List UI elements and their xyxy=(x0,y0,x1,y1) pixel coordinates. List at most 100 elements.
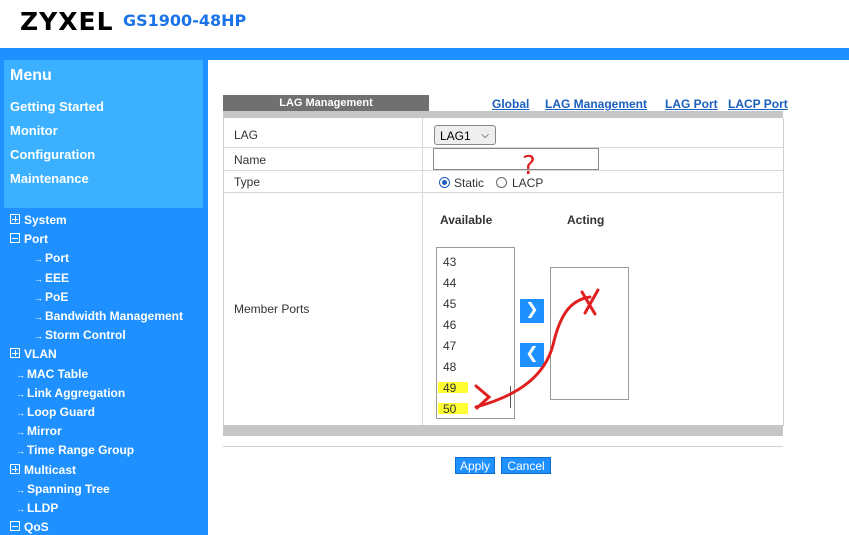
arrow-bullet-icon: → xyxy=(34,331,43,341)
arrow-bullet-icon: → xyxy=(16,427,25,437)
sidebar-tree-label: Link Aggregation xyxy=(27,386,126,400)
lag-select[interactable]: LAG1 ⌵ xyxy=(434,125,496,145)
sidebar-tree-item[interactable]: → MAC Table xyxy=(16,367,88,381)
link-global[interactable]: Global xyxy=(492,97,529,111)
list-item[interactable]: 43 xyxy=(443,255,456,269)
name-label: Name xyxy=(234,153,267,167)
sidebar-tree-item[interactable]: → Time Range Group xyxy=(16,443,134,457)
sidebar-tree-label: QoS xyxy=(24,520,49,534)
sidebar-tree-label: Storm Control xyxy=(45,328,126,342)
arrow-bullet-icon: → xyxy=(16,504,25,514)
expand-icon[interactable] xyxy=(10,214,20,224)
list-item[interactable]: 50 xyxy=(443,402,456,416)
arrow-bullet-icon: → xyxy=(34,254,43,264)
collapse-icon[interactable] xyxy=(10,521,20,531)
list-scrollbar[interactable] xyxy=(510,386,511,408)
link-lacp-port[interactable]: LACP Port xyxy=(728,97,788,111)
menu-link-getting-started[interactable]: Getting Started xyxy=(10,99,104,114)
collapse-icon[interactable] xyxy=(10,233,20,243)
sidebar-tree-item[interactable]: → Loop Guard xyxy=(16,405,95,419)
form-footer-bar xyxy=(223,425,783,436)
type-label: Type xyxy=(234,175,261,189)
type-static-label: Static xyxy=(454,176,485,190)
sidebar-tree-item[interactable]: → Mirror xyxy=(16,424,62,438)
sidebar-tree-item[interactable]: → PoE xyxy=(34,290,68,304)
available-ports-list[interactable]: 43 44 45 46 47 48 49 50 xyxy=(436,247,515,419)
row-divider xyxy=(223,170,783,171)
arrow-bullet-icon: → xyxy=(16,408,25,418)
available-heading: Available xyxy=(440,213,493,227)
move-left-button[interactable]: ❮ xyxy=(520,343,544,367)
arrow-bullet-icon: → xyxy=(34,312,43,322)
sidebar-tree-label: Time Range Group xyxy=(27,443,135,457)
sidebar-tree-label: PoE xyxy=(45,290,69,304)
sidebar-tree-item[interactable]: Multicast xyxy=(10,463,76,477)
sidebar-tree-label: MAC Table xyxy=(27,367,89,381)
acting-ports-list[interactable] xyxy=(550,267,629,400)
column-divider xyxy=(422,118,423,425)
sidebar-tree-item[interactable]: → Storm Control xyxy=(34,328,126,342)
arrow-bullet-icon: → xyxy=(16,389,25,399)
menu-link-configuration[interactable]: Configuration xyxy=(10,147,95,162)
apply-button[interactable]: Apply xyxy=(455,457,495,474)
sidebar-tree-label: VLAN xyxy=(24,347,57,361)
sidebar-tree-label: Spanning Tree xyxy=(27,482,110,496)
list-item[interactable]: 44 xyxy=(443,276,456,290)
sidebar-tree-item[interactable]: → Link Aggregation xyxy=(16,386,125,400)
header: ZYXEL GS1900-48HP xyxy=(0,0,849,48)
row-divider xyxy=(223,192,783,193)
sidebar-tree-label: Multicast xyxy=(24,463,77,477)
sidebar-tree-item[interactable]: System xyxy=(10,213,67,227)
brand-logo: ZYXEL xyxy=(20,7,114,36)
arrow-bullet-icon: → xyxy=(16,446,25,456)
model-name: GS1900-48HP xyxy=(123,11,247,30)
menu-title: Menu xyxy=(10,67,52,84)
sidebar-tree-label: Bandwidth Management xyxy=(45,309,184,323)
expand-icon[interactable] xyxy=(10,348,20,358)
sidebar-tree-item[interactable]: → LLDP xyxy=(16,501,58,515)
list-item[interactable]: 48 xyxy=(443,360,456,374)
link-lag-port[interactable]: LAG Port xyxy=(665,97,718,111)
sidebar-tree-label: LLDP xyxy=(27,501,59,515)
sidebar-tree-item[interactable]: → Spanning Tree xyxy=(16,482,110,496)
arrow-bullet-icon: → xyxy=(16,485,25,495)
sidebar-tree-label: Port xyxy=(45,251,69,265)
sidebar-tree-label: Loop Guard xyxy=(27,405,95,419)
list-item[interactable]: 45 xyxy=(443,297,456,311)
list-item[interactable]: 46 xyxy=(443,318,456,332)
sidebar-tree-item[interactable]: → EEE xyxy=(34,271,69,285)
cancel-button[interactable]: Cancel xyxy=(501,457,551,474)
arrow-bullet-icon: → xyxy=(34,293,43,303)
sidebar-tree-item[interactable]: Port xyxy=(10,232,48,246)
panel-tab-title: LAG Management xyxy=(223,95,429,111)
sidebar-tree-label: Mirror xyxy=(27,424,62,438)
sidebar-tree-label: System xyxy=(24,213,67,227)
sidebar-tree-item[interactable]: → Bandwidth Management xyxy=(34,309,183,323)
member-ports-label: Member Ports xyxy=(234,302,310,316)
lag-label: LAG xyxy=(234,128,259,142)
top-bar xyxy=(0,48,849,60)
sidebar-tree-label: Port xyxy=(24,232,48,246)
arrow-bullet-icon: → xyxy=(16,370,25,380)
move-right-button[interactable]: ❯ xyxy=(520,299,544,323)
type-static-radio[interactable] xyxy=(439,177,450,188)
list-item[interactable]: 47 xyxy=(443,339,456,353)
sidebar-tree-item[interactable]: → Port xyxy=(34,251,69,265)
expand-icon[interactable] xyxy=(10,464,20,474)
arrow-bullet-icon: → xyxy=(34,274,43,284)
name-input[interactable] xyxy=(433,148,599,170)
sidebar-tree-item[interactable]: QoS xyxy=(10,520,49,534)
panel-rule xyxy=(223,111,783,118)
list-item[interactable]: 49 xyxy=(443,381,456,395)
type-lacp-label: LACP xyxy=(512,176,544,190)
type-lacp-radio[interactable] xyxy=(496,177,507,188)
chevron-down-icon: ⌵ xyxy=(481,130,489,141)
lag-select-value: LAG1 xyxy=(440,129,471,143)
menu-link-monitor[interactable]: Monitor xyxy=(10,123,58,138)
menu-link-maintenance[interactable]: Maintenance xyxy=(10,171,89,186)
separator xyxy=(223,446,783,447)
sidebar-tree-item[interactable]: VLAN xyxy=(10,347,57,361)
link-lag-management[interactable]: LAG Management xyxy=(545,97,647,111)
acting-heading: Acting xyxy=(567,213,605,227)
sidebar-tree-label: EEE xyxy=(45,271,70,285)
